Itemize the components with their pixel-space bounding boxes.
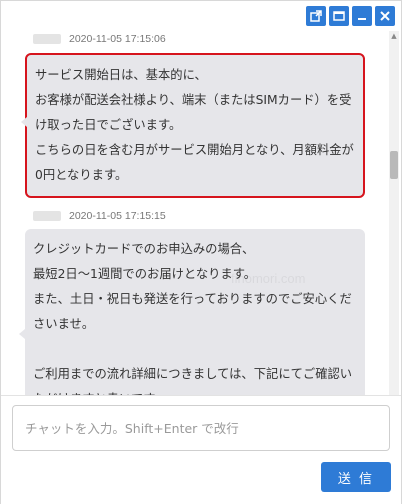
title-bar bbox=[1, 1, 401, 31]
watermark: finomori.com bbox=[231, 271, 306, 286]
maximize-icon bbox=[333, 11, 345, 21]
scroll-thumb[interactable] bbox=[390, 151, 398, 179]
message-timestamp: 2020-11-05 17:15:06 bbox=[69, 33, 166, 45]
minimize-icon bbox=[358, 18, 366, 20]
close-icon bbox=[380, 11, 390, 21]
composer: 送 信 bbox=[1, 395, 401, 504]
chat-log[interactable]: 2020-11-05 17:15:06 サービス開始日は、基本的に、 お客様が配… bbox=[1, 31, 401, 395]
chat-scrollbar[interactable]: ▲ bbox=[389, 31, 399, 395]
send-button[interactable]: 送 信 bbox=[321, 462, 391, 492]
bubble-tail bbox=[19, 329, 25, 339]
chat-input[interactable] bbox=[12, 405, 390, 451]
message-meta: 2020-11-05 17:15:15 bbox=[33, 208, 166, 224]
message-text: サービス開始日は、基本的に、 お客様が配送会社様より、端末（またはSIMカード）… bbox=[35, 68, 354, 182]
chat-window: 2020-11-05 17:15:06 サービス開始日は、基本的に、 お客様が配… bbox=[0, 0, 402, 504]
maximize-button[interactable] bbox=[329, 6, 349, 26]
window-controls bbox=[306, 6, 395, 26]
close-button[interactable] bbox=[375, 6, 395, 26]
minimize-button[interactable] bbox=[352, 6, 372, 26]
sender-name-redacted bbox=[33, 34, 61, 44]
sender-name-redacted bbox=[33, 211, 61, 221]
scroll-up-icon[interactable]: ▲ bbox=[390, 32, 398, 40]
bubble-tail bbox=[21, 117, 27, 127]
popout-icon bbox=[310, 10, 322, 22]
message-bubble-highlighted: サービス開始日は、基本的に、 お客様が配送会社様より、端末（またはSIMカード）… bbox=[21, 53, 365, 198]
message-text: クレジットカードでのお申込みの場合、 最短2日～1週間でのお届けとなります。 ま… bbox=[33, 242, 353, 395]
popout-button[interactable] bbox=[306, 6, 326, 26]
message-meta: 2020-11-05 17:15:06 bbox=[33, 31, 166, 47]
message-timestamp: 2020-11-05 17:15:15 bbox=[69, 210, 166, 222]
message-bubble: クレジットカードでのお申込みの場合、 最短2日～1週間でのお届けとなります。 ま… bbox=[19, 229, 365, 395]
